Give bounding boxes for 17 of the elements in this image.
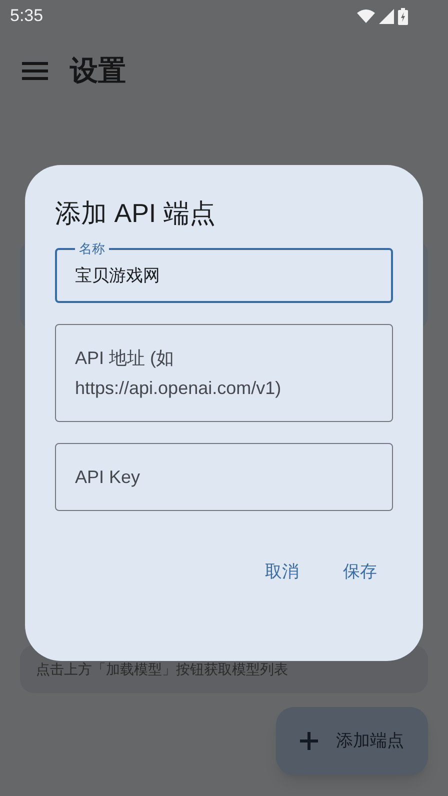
text-field[interactable]: API Key xyxy=(55,443,393,511)
wifi-icon xyxy=(357,9,375,23)
dialog-button[interactable]: 取消 xyxy=(251,551,313,592)
menu-icon[interactable] xyxy=(22,62,48,80)
plus-icon xyxy=(300,732,318,750)
status-time: 5:35 xyxy=(10,5,44,28)
battery-icon xyxy=(398,8,408,24)
add-endpoint-button[interactable]: 添加端点 xyxy=(276,707,428,775)
page-title: 设置 xyxy=(70,54,126,88)
hint-text: 点击上方「加载模型」按钮获取模型列表 xyxy=(36,660,288,678)
dialog-button[interactable]: 保存 xyxy=(329,551,391,592)
field-label: 名称 xyxy=(78,241,106,257)
text-field[interactable]: API 地址 (如 https://api.openai.com/v1) xyxy=(55,324,393,422)
dialog-title: 添加 API 端点 xyxy=(55,197,216,230)
signal-icon xyxy=(379,8,394,24)
name-field[interactable]: 名称 宝贝游戏网 xyxy=(55,241,393,303)
name-input[interactable]: 宝贝游戏网 xyxy=(75,263,373,288)
